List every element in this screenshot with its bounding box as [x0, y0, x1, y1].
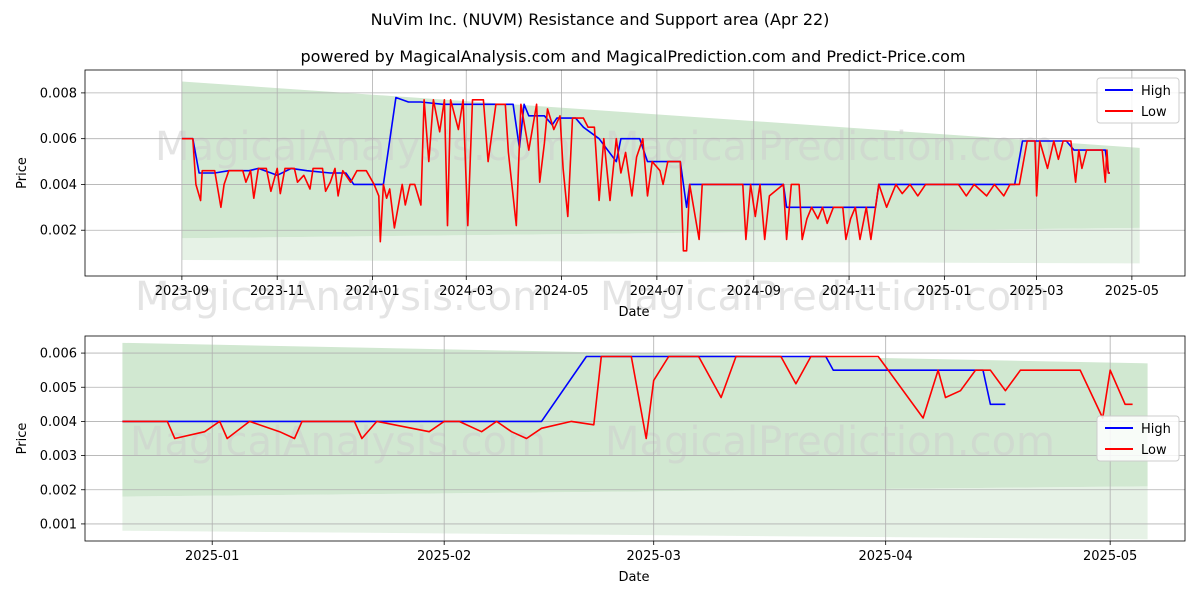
legend-label-low: Low	[1141, 105, 1167, 120]
x-tick-label: 2025-01	[917, 284, 971, 299]
x-tick-label: 2023-09	[155, 284, 209, 299]
x-tick-label: 2025-05	[1083, 549, 1137, 564]
y-axis-label: Price	[15, 157, 30, 189]
chart-subtitle: powered by MagicalAnalysis.com and Magic…	[300, 47, 965, 66]
y-tick-label: 0.004	[40, 178, 77, 193]
watermark: MagicalPrediction.com	[605, 124, 1055, 170]
x-axis-label: Date	[618, 305, 649, 320]
y-tick-label: 0.004	[40, 415, 77, 430]
chart-title: NuVim Inc. (NUVM) Resistance and Support…	[371, 10, 830, 29]
x-axis-label: Date	[618, 570, 649, 585]
y-tick-label: 0.003	[40, 449, 77, 464]
legend: High Low	[1096, 415, 1180, 462]
x-tick-label: 2025-03	[1009, 284, 1063, 299]
y-tick-label: 0.008	[40, 86, 77, 101]
y-tick-label: 0.001	[40, 517, 77, 532]
x-tick-label: 2025-04	[859, 549, 913, 564]
legend-label-high: High	[1141, 422, 1171, 437]
watermark: MagicalPrediction.com	[605, 419, 1055, 465]
x-tick-label: 2025-05	[1105, 284, 1159, 299]
top-panel: MagicalAnalysis.com MagicalPrediction.com…	[15, 69, 1186, 320]
y-tick-label: 0.002	[40, 483, 77, 498]
y-tick-label: 0.002	[40, 224, 77, 239]
x-tick-label: 2025-02	[417, 549, 471, 564]
y-axis-label: Price	[15, 423, 30, 455]
x-tick-label: 2025-01	[185, 549, 239, 564]
legend-label-high: High	[1141, 84, 1171, 99]
x-tick-label: 2025-03	[627, 549, 681, 564]
x-tick-label: 2024-03	[439, 284, 493, 299]
bottom-panel: MagicalAnalysis.com MagicalPrediction.com…	[15, 335, 1186, 585]
x-tick-label: 2024-11	[822, 284, 876, 299]
x-tick-label: 2024-05	[534, 284, 588, 299]
x-tick-label: 2024-01	[345, 284, 399, 299]
y-tick-label: 0.005	[40, 381, 77, 396]
x-tick-label: 2023-11	[250, 284, 304, 299]
legend: High Low	[1096, 77, 1180, 124]
y-tick-label: 0.006	[40, 132, 77, 147]
chart-figure: NuVim Inc. (NUVM) Resistance and Support…	[15, 10, 1186, 585]
legend-label-low: Low	[1141, 443, 1167, 458]
watermark: MagicalAnalysis.com	[130, 419, 546, 465]
x-tick-label: 2024-07	[630, 284, 684, 299]
x-tick-label: 2024-09	[727, 284, 781, 299]
y-tick-label: 0.006	[40, 347, 77, 362]
